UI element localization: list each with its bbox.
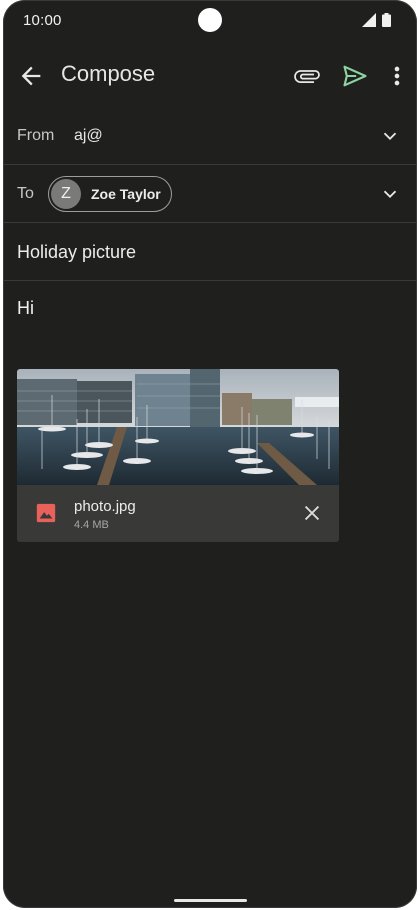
attachment-card[interactable]: photo.jpg 4.4 MB bbox=[17, 369, 339, 542]
from-value[interactable]: aj@ bbox=[74, 127, 103, 145]
battery-icon bbox=[382, 13, 391, 27]
from-label: From bbox=[17, 127, 55, 144]
subject-field[interactable]: Holiday picture bbox=[3, 223, 417, 281]
back-arrow-icon[interactable] bbox=[17, 62, 45, 90]
signal-icon bbox=[362, 13, 376, 27]
to-label: To bbox=[17, 185, 34, 202]
chevron-down-icon[interactable] bbox=[379, 125, 401, 147]
status-time: 10:00 bbox=[23, 12, 62, 29]
close-icon[interactable] bbox=[301, 502, 323, 524]
more-vert-icon[interactable] bbox=[387, 62, 407, 90]
page-title: Compose bbox=[61, 61, 156, 86]
attachment-file-name: photo.jpg bbox=[74, 498, 136, 515]
send-icon[interactable] bbox=[341, 62, 369, 90]
app-bar: Compose bbox=[3, 48, 417, 104]
system-icons bbox=[362, 13, 391, 27]
attachment-file-size: 4.4 MB bbox=[74, 519, 109, 531]
phone-screen: 10:00 Compose From aj@ To Z Zoe Taylor H… bbox=[3, 0, 417, 908]
subject-input[interactable]: Holiday picture bbox=[17, 242, 136, 263]
paperclip-icon[interactable] bbox=[293, 62, 321, 90]
attachment-photo[interactable] bbox=[17, 369, 339, 485]
chevron-down-icon[interactable] bbox=[379, 183, 401, 205]
body-input[interactable]: Hi bbox=[17, 298, 34, 319]
attachment-file-row: photo.jpg 4.4 MB bbox=[17, 485, 339, 542]
status-bar: 10:00 bbox=[3, 0, 417, 42]
home-indicator[interactable] bbox=[174, 899, 247, 902]
image-file-icon bbox=[36, 503, 56, 523]
from-field[interactable]: From aj@ bbox=[3, 107, 417, 165]
recipient-name: Zoe Taylor bbox=[91, 186, 161, 202]
camera-cutout bbox=[198, 8, 222, 32]
to-field[interactable]: To Z Zoe Taylor bbox=[3, 165, 417, 223]
avatar: Z bbox=[51, 179, 81, 209]
recipient-chip[interactable]: Z Zoe Taylor bbox=[48, 176, 172, 212]
